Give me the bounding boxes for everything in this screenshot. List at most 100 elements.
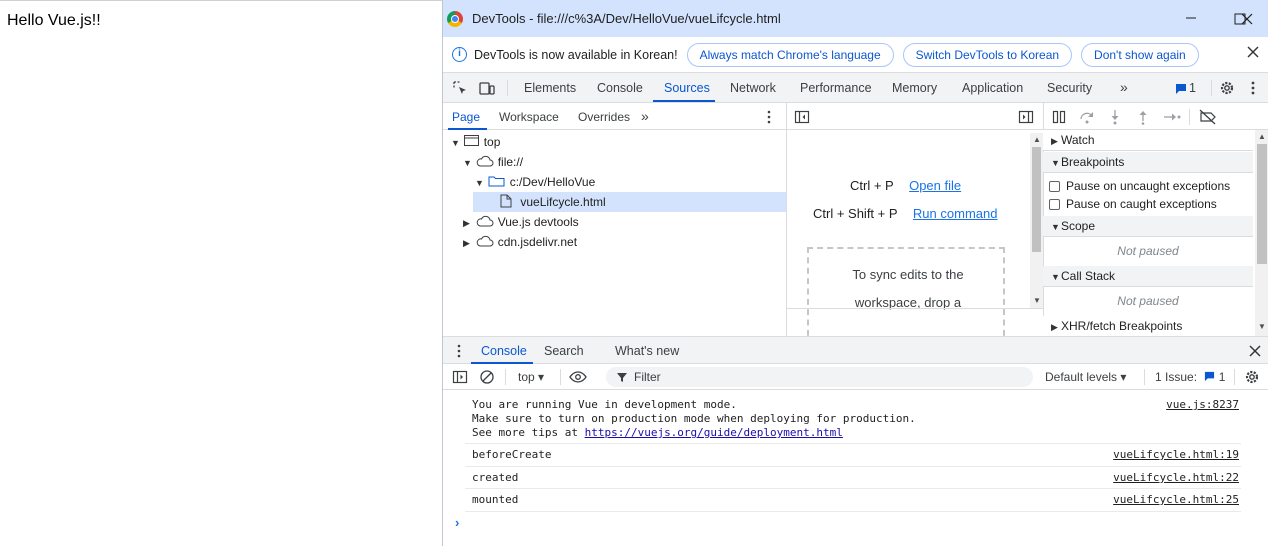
console-settings-gear-icon[interactable]	[1244, 369, 1260, 385]
console-sidebar-icon[interactable]	[452, 369, 468, 385]
tab-workspace[interactable]: Workspace	[499, 110, 559, 124]
device-toolbar-icon[interactable]	[479, 80, 495, 96]
expanded-arrow-icon: ▼	[1051, 222, 1060, 232]
drawer-tab-search[interactable]: Search	[544, 344, 584, 358]
tree-item-selected-file[interactable]: vueLifcycle.html	[499, 192, 606, 212]
tab-elements[interactable]: Elements	[524, 81, 576, 95]
clear-console-icon[interactable]	[479, 369, 495, 385]
pause-icon[interactable]	[1051, 109, 1067, 125]
navigator-menu-icon[interactable]	[761, 109, 777, 125]
context-selector[interactable]: top ▾	[518, 370, 544, 384]
gear-icon[interactable]	[1219, 80, 1235, 96]
toggle-navigator-icon[interactable]	[794, 109, 810, 125]
section-breakpoints[interactable]: ▼Breakpoints	[1043, 152, 1253, 173]
tab-sources[interactable]: Sources	[664, 81, 710, 95]
dont-show-again-button[interactable]: Don't show again	[1081, 42, 1199, 67]
scroll-down-icon[interactable]: ▼	[1033, 296, 1041, 305]
editor-pane: Ctrl + P Open file Ctrl + Shift + P Run …	[786, 103, 1043, 367]
tab-application[interactable]: Application	[962, 81, 1023, 95]
switch-korean-button[interactable]: Switch DevTools to Korean	[902, 42, 1073, 67]
close-window-button[interactable]	[1237, 9, 1257, 29]
deactivate-breakpoints-icon[interactable]	[1199, 109, 1217, 125]
issues-count[interactable]: 1	[1189, 81, 1196, 95]
more-tabs-icon[interactable]: »	[1120, 79, 1128, 95]
frame-icon	[464, 135, 480, 146]
more-nav-tabs-icon[interactable]: »	[641, 108, 649, 124]
debugger-scroll-thumb[interactable]	[1257, 144, 1267, 264]
maximize-button[interactable]	[1192, 9, 1246, 29]
pause-uncaught-checkbox[interactable]: Pause on uncaught exceptions	[1049, 179, 1230, 193]
section-watch-label: Watch	[1061, 133, 1095, 147]
match-language-button[interactable]: Always match Chrome's language	[686, 42, 894, 67]
drawer-tab-bar: Console Search What's new	[443, 336, 1268, 364]
eye-icon[interactable]	[569, 369, 587, 385]
tab-page[interactable]: Page	[452, 110, 480, 124]
drawer-tab-whats-new[interactable]: What's new	[615, 344, 679, 358]
filter-input[interactable]: Filter	[606, 367, 1033, 387]
open-file-link[interactable]: Open file	[909, 178, 961, 193]
editor-scrollbar[interactable]: ▲ ▼	[1030, 133, 1043, 308]
step-out-icon[interactable]	[1135, 109, 1151, 125]
toolbar-divider	[507, 80, 508, 96]
debugger-scrollbar[interactable]: ▲ ▼	[1255, 130, 1268, 336]
console-prompt-icon[interactable]: ›	[455, 515, 459, 530]
toggle-debugger-icon[interactable]	[1018, 109, 1034, 125]
filter-placeholder: Filter	[634, 370, 661, 384]
pause-caught-checkbox[interactable]: Pause on caught exceptions	[1049, 197, 1217, 211]
cloud-icon	[477, 215, 494, 227]
checkbox-box[interactable]	[1049, 180, 1060, 192]
tree-item-top[interactable]: ▼ top	[451, 132, 500, 152]
vue-dev-message: You are running Vue in development mode.…	[472, 398, 916, 440]
section-scope-label: Scope	[1061, 219, 1096, 233]
vue-line-1: You are running Vue in development mode.	[472, 398, 737, 411]
section-watch[interactable]: ▶ Watch	[1043, 130, 1253, 151]
tab-overrides[interactable]: Overrides	[578, 110, 630, 124]
tab-console[interactable]: Console	[597, 81, 643, 95]
section-call-stack[interactable]: ▼Call Stack	[1043, 266, 1253, 287]
tab-network[interactable]: Network	[730, 81, 776, 95]
page-top-border	[0, 0, 443, 1]
section-xhr-breakpoints[interactable]: ▶ XHR/fetch Breakpoints	[1043, 316, 1253, 337]
tab-security[interactable]: Security	[1047, 81, 1092, 95]
toolbar-divider	[1211, 80, 1212, 96]
scroll-down-icon[interactable]: ▼	[1258, 322, 1266, 331]
vue-line-3-prefix: See more tips at	[472, 426, 585, 439]
expanded-arrow-icon: ▼	[463, 158, 472, 168]
step-into-icon[interactable]	[1107, 109, 1123, 125]
source-link-19[interactable]: vueLifcycle.html:19	[1113, 448, 1239, 462]
tab-memory[interactable]: Memory	[892, 81, 937, 95]
issues-counter[interactable]: 1 Issue: 1	[1155, 370, 1225, 384]
issues-icon[interactable]	[1175, 83, 1187, 95]
tree-item-devtools[interactable]: ▶ Vue.js devtools	[463, 212, 579, 232]
drawer-close-icon[interactable]	[1249, 345, 1261, 357]
issues-icon	[1205, 371, 1215, 382]
scroll-up-icon[interactable]: ▲	[1033, 135, 1041, 144]
language-infobar: i DevTools is now available in Korean! A…	[443, 37, 1268, 73]
inspect-element-icon[interactable]	[452, 80, 468, 96]
infobar-close-button[interactable]	[1247, 45, 1259, 63]
tree-item-folder[interactable]: ▼ c:/Dev/HelloVue	[475, 172, 595, 192]
scroll-up-icon[interactable]: ▲	[1258, 132, 1266, 141]
tab-performance[interactable]: Performance	[800, 81, 872, 95]
drawer-menu-icon[interactable]	[451, 343, 467, 359]
tree-label-selected-file: vueLifcycle.html	[520, 195, 606, 209]
tree-item-cdn[interactable]: ▶ cdn.jsdelivr.net	[463, 232, 577, 252]
section-scope[interactable]: ▼Scope	[1043, 216, 1253, 237]
vue-source-link[interactable]: vue.js:8237	[1166, 398, 1239, 412]
info-icon: i	[452, 47, 467, 62]
source-link-25[interactable]: vueLifcycle.html:25	[1113, 493, 1239, 507]
step-over-icon[interactable]	[1079, 109, 1095, 125]
checkbox-box[interactable]	[1049, 198, 1060, 210]
expanded-arrow-icon: ▼	[1051, 158, 1060, 168]
source-link-22[interactable]: vueLifcycle.html:22	[1113, 471, 1239, 485]
section-call-stack-label: Call Stack	[1061, 269, 1116, 283]
vue-deployment-link[interactable]: https://vuejs.org/guide/deployment.html	[585, 426, 843, 439]
editor-scroll-thumb[interactable]	[1032, 147, 1041, 252]
step-icon[interactable]	[1163, 109, 1181, 125]
shortcut-run-command: Ctrl + Shift + P Run command	[813, 206, 997, 221]
run-command-link[interactable]: Run command	[913, 206, 998, 221]
drawer-tab-console[interactable]: Console	[481, 344, 527, 358]
log-levels-dropdown[interactable]: Default levels ▾	[1045, 370, 1126, 384]
tree-item-file[interactable]: ▼ file://	[463, 152, 523, 172]
more-options-icon[interactable]	[1245, 80, 1261, 96]
